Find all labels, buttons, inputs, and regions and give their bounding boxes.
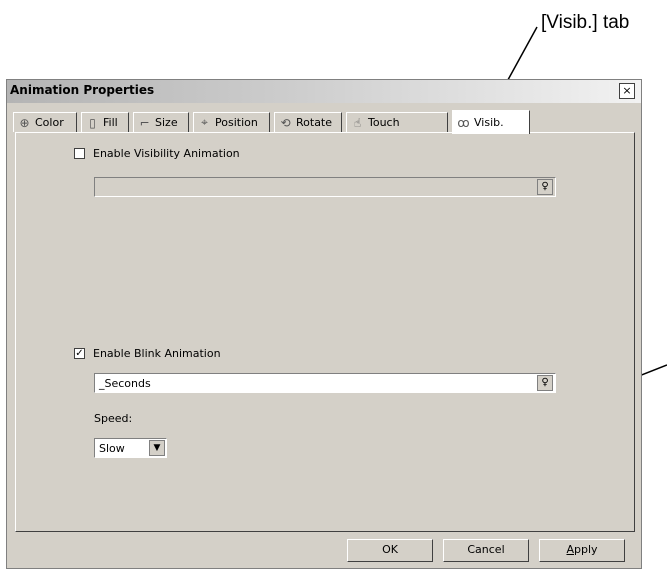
blink-expression-field[interactable]: _Seconds ♀ — [94, 373, 556, 393]
speed-dropdown[interactable]: Slow ▼ — [94, 438, 167, 458]
cancel-button[interactable]: Cancel — [443, 539, 529, 562]
color-wheel-icon: ⊕ — [19, 115, 30, 130]
enable-visibility-checkbox[interactable]: Enable Visibility Animation — [74, 147, 240, 160]
hand-icon: ☝ — [353, 115, 362, 130]
tag-picker-icon[interactable]: ♀ — [537, 179, 553, 195]
enable-blink-label: Enable Blink Animation — [93, 347, 221, 360]
title-bar: Animation Properties × — [7, 80, 641, 103]
tab-visib[interactable]: ꝏ Visib. — [452, 110, 530, 134]
window-title: Animation Properties — [10, 83, 155, 97]
tab-label: Touch — [368, 116, 400, 129]
apply-mnemonic: A — [566, 543, 574, 556]
speed-label: Speed: — [94, 412, 133, 425]
tab-label: Visib. — [474, 116, 504, 129]
enable-blink-checkbox[interactable]: ✓ Enable Blink Animation — [74, 347, 221, 360]
tab-fill[interactable]: ▯ Fill — [81, 112, 129, 132]
tab-label: Rotate — [296, 116, 333, 129]
tab-label: Color — [35, 116, 64, 129]
visib-tab-panel: Enable Visibility Animation ♀ ✓ Enable B… — [15, 132, 635, 532]
position-icon: ⌖ — [201, 115, 208, 129]
tab-size[interactable]: ⌐ Size — [133, 112, 189, 132]
checkbox-box[interactable] — [74, 148, 85, 159]
glasses-icon: ꝏ — [457, 115, 470, 130]
speed-value: Slow — [99, 442, 125, 455]
enable-visibility-label: Enable Visibility Animation — [93, 147, 240, 160]
size-icon: ⌐ — [139, 115, 150, 130]
callout-label: [Visib.] tab — [541, 12, 630, 33]
ok-button[interactable]: OK — [347, 539, 433, 562]
tab-label: Position — [215, 116, 258, 129]
tab-rotate[interactable]: ⟲ Rotate — [274, 112, 342, 132]
tab-position[interactable]: ⌖ Position — [193, 112, 270, 132]
tab-label: Fill — [103, 116, 118, 129]
apply-label-rest: pply — [574, 543, 598, 556]
rotate-icon: ⟲ — [280, 115, 291, 130]
close-button[interactable]: × — [619, 83, 635, 99]
blink-expression-value: _Seconds — [99, 377, 151, 390]
tab-color[interactable]: ⊕ Color — [13, 112, 77, 132]
visibility-expression-field[interactable]: ♀ — [94, 177, 556, 197]
apply-button[interactable]: Apply — [539, 539, 625, 562]
chevron-down-icon[interactable]: ▼ — [149, 440, 165, 456]
tab-touch[interactable]: ☝ Touch — [346, 112, 448, 132]
tab-label: Size — [155, 116, 178, 129]
fill-icon: ▯ — [89, 115, 96, 130]
tag-picker-icon[interactable]: ♀ — [537, 375, 553, 391]
checkbox-box-checked[interactable]: ✓ — [74, 348, 85, 359]
animation-properties-dialog: Animation Properties × ⊕ Color ▯ Fill ⌐ … — [6, 79, 642, 569]
